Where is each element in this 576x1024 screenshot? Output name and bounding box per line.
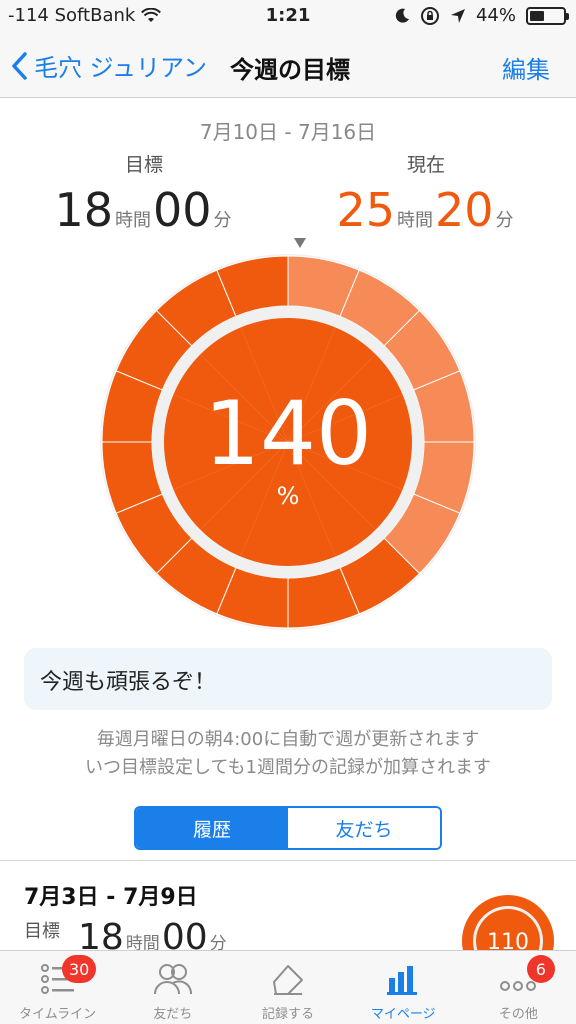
segment-friends[interactable]: 友だち xyxy=(288,808,440,848)
tab-label: マイページ xyxy=(370,1007,436,1022)
goal-block: 目標 18 時間 00 分 xyxy=(0,150,288,246)
weekly-motto[interactable]: 今週も頑張るぞ！ xyxy=(24,648,552,710)
current-minutes: 20 xyxy=(435,183,494,237)
back-label: 毛穴 ジュリアン xyxy=(34,54,207,82)
tab-friends[interactable]: 友だち xyxy=(115,951,230,1024)
segment-history[interactable]: 履歴 xyxy=(136,808,288,848)
update-info: 毎週月曜日の朝4:00に自動で週が更新されます いつ目標設定しても1週間分の記録… xyxy=(0,726,576,782)
goal-minutes: 00 xyxy=(153,183,212,237)
tab-timeline[interactable]: タイムライン 30 xyxy=(0,951,115,1024)
tab-bar: タイムライン 30 友だち 記録する マイページ その他 6 xyxy=(0,950,576,1024)
info-line-2: いつ目標設定しても1週間分の記録が加算されます xyxy=(84,757,491,778)
nav-bar: 毛穴 ジュリアン 今週の目標 編集 xyxy=(0,32,576,98)
battery-icon xyxy=(526,6,569,25)
percent-value: 140 xyxy=(204,382,372,485)
tab-label: その他 xyxy=(498,1007,538,1022)
rotation-lock-icon xyxy=(420,6,439,25)
timeline-badge: 30 xyxy=(62,955,97,983)
back-button[interactable]: 毛穴 ジュリアン xyxy=(10,48,207,83)
history-goal-minutes: 00 xyxy=(161,917,208,951)
status-bar: -114 SoftBank 1:21 44% xyxy=(0,0,576,32)
goal-hours: 18 xyxy=(54,183,113,237)
current-label: 現在 xyxy=(406,154,445,176)
history-row[interactable]: 7月3日 - 7月9日 目標 18 時間 00 分 110 xyxy=(0,861,576,951)
history-goal-value: 18 時間 00 分 xyxy=(78,917,229,951)
progress-ring: 140 % xyxy=(100,238,476,630)
status-right: 44% xyxy=(394,5,569,26)
tab-label: タイムライン xyxy=(19,1007,97,1022)
progress-marker-icon xyxy=(294,238,306,248)
week-date-range: 7月10日 - 7月16日 xyxy=(199,120,377,144)
current-hours: 25 xyxy=(336,183,395,237)
battery-percent: 44% xyxy=(475,5,516,26)
percent-sign: % xyxy=(277,482,300,510)
tab-record[interactable]: 記録する xyxy=(230,951,345,1024)
tab-label: 友だち xyxy=(153,1007,193,1022)
history-percent: 110 xyxy=(487,930,529,951)
history-goal-hours: 18 xyxy=(78,917,124,951)
moon-icon xyxy=(395,8,409,23)
minute-unit: 分 xyxy=(209,934,227,951)
history-progress-ring: 110 xyxy=(462,895,554,951)
more-badge: 6 xyxy=(526,955,555,983)
friends-icon xyxy=(153,959,193,999)
tab-label: 記録する xyxy=(262,1007,315,1022)
tab-more[interactable]: その他 6 xyxy=(461,951,576,1024)
history-date-range: 7月3日 - 7月9日 xyxy=(24,885,198,910)
edit-button[interactable]: 編集 xyxy=(502,50,550,85)
chevron-left-icon xyxy=(12,51,27,80)
history-goal-label: 目標 xyxy=(24,921,60,942)
battery-fill xyxy=(530,10,545,21)
hour-unit: 時間 xyxy=(125,934,160,951)
record-icon xyxy=(268,959,308,999)
mypage-icon xyxy=(383,959,423,999)
minute-unit: 分 xyxy=(495,210,514,231)
location-icon xyxy=(450,8,465,23)
segmented-control: 履歴 友だち xyxy=(134,806,442,850)
tab-mypage[interactable]: マイページ xyxy=(346,951,461,1024)
info-line-1: 毎週月曜日の朝4:00に自動で週が更新されます xyxy=(96,729,480,750)
goal-label: 目標 xyxy=(124,154,163,176)
page-title: 今週の目標 xyxy=(230,56,350,84)
current-block: 現在 25 時間 20 分 xyxy=(282,150,570,246)
